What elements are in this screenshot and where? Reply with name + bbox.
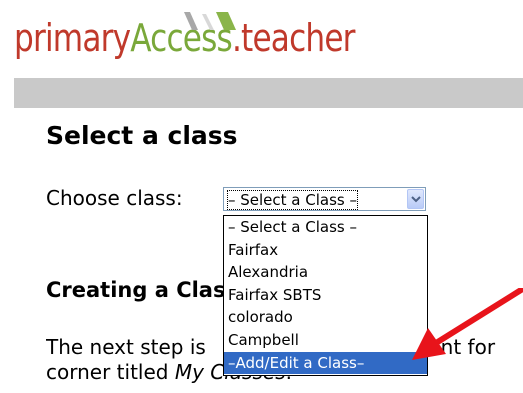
dropdown-option[interactable]: Fairfax <box>224 239 427 262</box>
class-select[interactable]: – Select a Class – <box>223 187 426 211</box>
dropdown-arrow-button[interactable] <box>407 189 424 209</box>
instruction-line-2-prefix: corner titled <box>46 360 175 384</box>
dropdown-option[interactable]: Fairfax SBTS <box>224 284 427 307</box>
logo-teacher: .teacher <box>231 16 356 60</box>
dropdown-option-add-edit[interactable]: –Add/Edit a Class– <box>224 351 427 375</box>
dropdown-option[interactable]: colorado <box>224 306 427 329</box>
header-bar <box>14 78 523 108</box>
choose-class-label: Choose class: <box>46 186 183 210</box>
dropdown-option[interactable]: Alexandria <box>224 261 427 284</box>
instruction-line-1: The next step is <box>46 335 206 359</box>
dropdown-option[interactable]: Campbell <box>224 329 427 352</box>
pencil-logo-icon <box>184 12 236 30</box>
chevron-down-icon <box>411 196 421 203</box>
class-select-value: – Select a Class – <box>226 190 359 210</box>
section-title: Creating a Class <box>46 278 224 302</box>
logo: primaryAccess.teacher <box>14 10 374 70</box>
red-arrow-annotation <box>412 288 523 360</box>
logo-primary: primary <box>14 16 131 60</box>
dropdown-option[interactable]: – Select a Class – <box>224 216 427 239</box>
page-title: Select a class <box>46 121 238 150</box>
